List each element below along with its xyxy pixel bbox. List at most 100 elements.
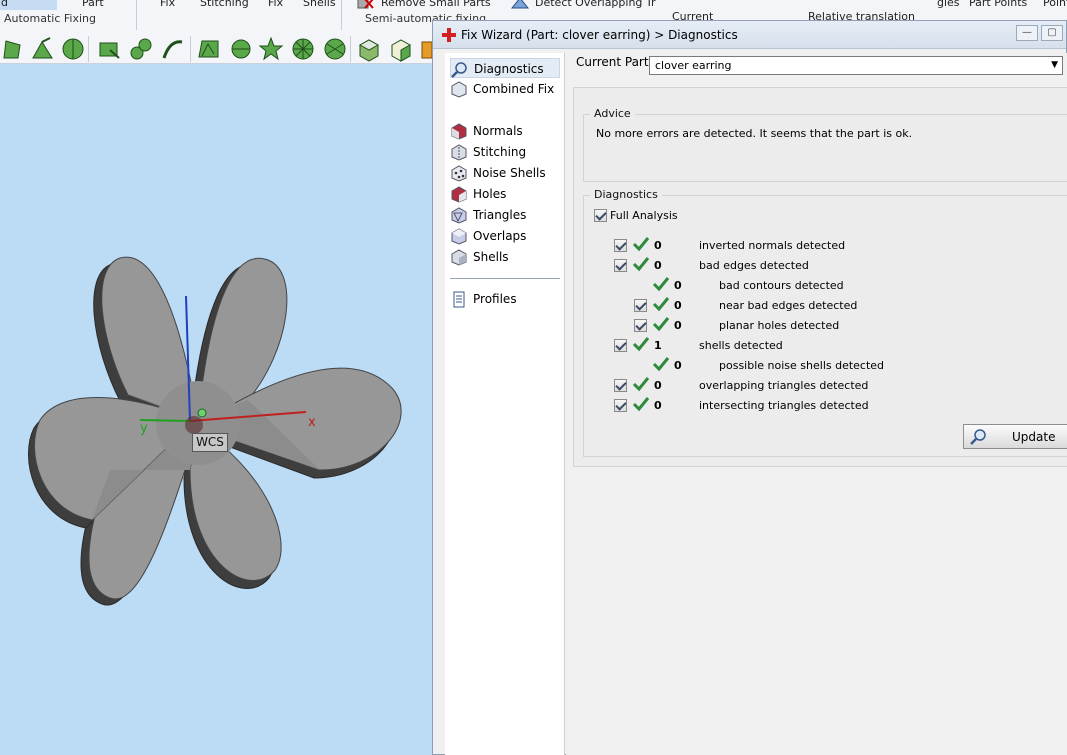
combined-fix-cube-icon (451, 81, 467, 98)
nav-item-triangles[interactable]: Triangles (450, 205, 560, 225)
checkbox-planar-holes[interactable] (634, 319, 647, 332)
advice-text: No more errors are detected. It seems th… (596, 127, 913, 140)
label-bad-contours: bad contours detected (719, 279, 844, 292)
count-shells: 1 (654, 339, 662, 352)
green-check-icon (632, 237, 650, 252)
holes-cube-icon (451, 186, 467, 203)
nav-item-diagnostics[interactable]: Diagnostics (450, 58, 560, 78)
remove-small-parts-icon[interactable] (357, 0, 375, 10)
stitch-node-icon[interactable] (128, 36, 154, 62)
ribbon-shells-button[interactable]: Shells (303, 0, 336, 9)
shells-cube-icon (451, 249, 467, 266)
minimize-button[interactable]: — (1016, 25, 1038, 41)
nav-item-noise-shells[interactable]: Noise Shells (450, 163, 560, 183)
fix-mesh-icon[interactable] (322, 36, 348, 62)
count-bad-edges: 0 (654, 259, 662, 272)
green-check-icon (652, 357, 670, 372)
current-part-select[interactable]: clover earring ▼ (649, 56, 1063, 75)
auto-fix-icon[interactable] (0, 36, 26, 62)
checkbox-near-bad-edges[interactable] (634, 299, 647, 312)
nav-item-overlaps[interactable]: Overlaps (450, 226, 560, 246)
label-inverted-normals: inverted normals detected (699, 239, 846, 252)
shell-cube-icon[interactable] (356, 36, 382, 62)
ribbon-fix-button[interactable]: Fix (160, 0, 175, 9)
nav-item-normals[interactable]: Normals (450, 121, 560, 141)
ribbon-tab-d[interactable]: d (1, 0, 8, 9)
ribbon-stitching-button[interactable]: Stitching (200, 0, 249, 9)
overlaps-cube-icon (451, 228, 467, 245)
checkbox-inverted-normals[interactable] (614, 239, 627, 252)
green-check-icon (652, 317, 670, 332)
ribbon-remove-small-parts[interactable]: Remove Small Parts (381, 0, 491, 9)
nav-item-shells[interactable]: Shells (450, 247, 560, 267)
green-check-icon (652, 277, 670, 292)
label-near-bad-edges: near bad edges detected (719, 299, 858, 312)
ribbon-tab-highlight (0, 0, 57, 10)
diagnostics-group: Diagnostics Full Analysis 0 inverted nor… (583, 188, 1067, 457)
fix-wizard-cross-icon (442, 28, 456, 42)
stitch-curve-icon[interactable] (160, 36, 186, 62)
count-intersecting: 0 (654, 399, 662, 412)
shell-cube2-icon[interactable] (388, 36, 414, 62)
stitch-icon[interactable] (96, 36, 122, 62)
fix-triangles-icon[interactable] (228, 36, 254, 62)
full-analysis-label: Full Analysis (610, 209, 678, 222)
dialog-titlebar[interactable]: Fix Wizard (Part: clover earring) > Diag… (433, 21, 1066, 49)
full-analysis-checkbox[interactable] (594, 209, 607, 222)
wizard-content: Current Part: clover earring ▼ Advice No… (566, 53, 1067, 755)
current-part-value: clover earring (655, 59, 732, 72)
detect-overlapping-icon[interactable] (510, 0, 530, 10)
ribbon-fix2-button[interactable]: Fix (268, 0, 283, 9)
nav-item-combined-fix[interactable]: Combined Fix (450, 79, 560, 99)
checkbox-bad-edges[interactable] (614, 259, 627, 272)
maximize-button[interactable]: ▢ (1041, 25, 1063, 41)
ribbon-part-points-button[interactable]: Part Points (969, 0, 1027, 9)
normals-cube-icon (451, 123, 467, 140)
checkbox-intersecting[interactable] (614, 399, 627, 412)
ribbon-tab-part[interactable]: Part (82, 0, 104, 9)
magnifier-icon (451, 62, 467, 78)
fix-normals-icon[interactable] (30, 36, 56, 62)
checkbox-shells[interactable] (614, 339, 627, 352)
y-axis-label: y (140, 421, 148, 436)
toolbar-separator (190, 36, 191, 62)
ribbon-point-button[interactable]: Point (1043, 0, 1067, 9)
count-bad-contours: 0 (674, 279, 682, 292)
ribbon-detect-overlapping[interactable]: Detect Overlapping Tr (535, 0, 656, 9)
nav-item-holes[interactable]: Holes (450, 184, 560, 204)
wizard-nav: Diagnostics Combined Fix Normals Stitchi… (445, 53, 565, 755)
profiles-document-icon (453, 291, 465, 308)
label-overlapping: overlapping triangles detected (699, 379, 869, 392)
green-check-icon (632, 337, 650, 352)
fix-shells-icon[interactable] (60, 36, 86, 62)
fix-wizard-dialog: Fix Wizard (Part: clover earring) > Diag… (432, 20, 1067, 755)
stitching-cube-icon (451, 144, 467, 161)
count-noise-shells: 0 (674, 359, 682, 372)
noise-shells-icon (451, 165, 467, 182)
label-planar-holes: planar holes detected (719, 319, 840, 332)
group-automatic-fixing: Automatic Fixing (4, 12, 97, 25)
chevron-down-icon: ▼ (1051, 60, 1058, 70)
label-noise-shells: possible noise shells detected (719, 359, 885, 372)
magnifier-icon (970, 429, 986, 445)
3d-viewport[interactable]: x y WCS (0, 65, 435, 755)
dialog-title: Fix Wizard (Part: clover earring) > Diag… (461, 28, 738, 42)
ribbon-separator (136, 0, 137, 30)
toolbar-separator (350, 36, 351, 62)
label-bad-edges: bad edges detected (699, 259, 809, 272)
nav-item-stitching[interactable]: Stitching (450, 142, 560, 162)
fix-star-icon[interactable] (258, 36, 284, 62)
advice-title: Advice (590, 107, 635, 120)
fix-holes-icon[interactable] (196, 36, 222, 62)
nav-item-profiles[interactable]: Profiles (450, 289, 560, 309)
wcs-label: WCS (192, 433, 228, 452)
ribbon-separator (341, 0, 342, 30)
ribbon-triangles-button[interactable]: gles (937, 0, 960, 9)
checkbox-overlapping[interactable] (614, 379, 627, 392)
green-check-icon (632, 377, 650, 392)
green-check-icon (652, 297, 670, 312)
toolbar-separator (88, 36, 89, 62)
fix-sphere-icon[interactable] (290, 36, 316, 62)
green-check-icon (632, 397, 650, 412)
update-button[interactable]: Update (963, 424, 1067, 449)
